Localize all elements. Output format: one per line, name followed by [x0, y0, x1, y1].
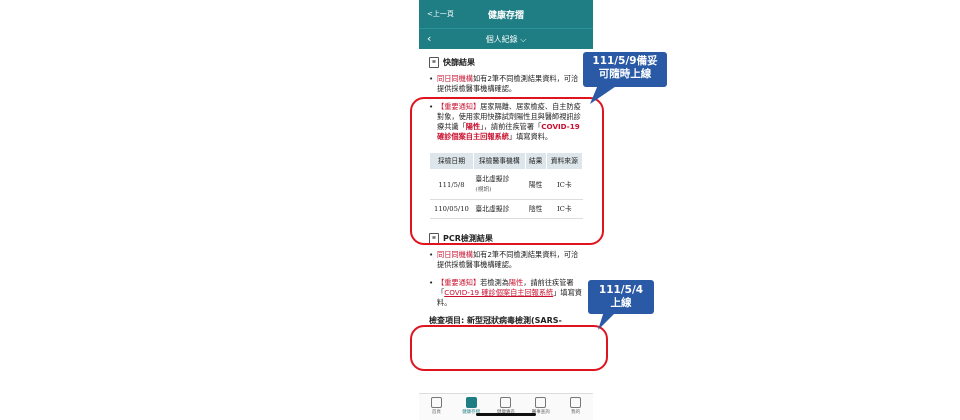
callout-bottom: 111/5/4 上線: [588, 280, 654, 314]
callout-pointers: [590, 80, 625, 330]
callout-top: 111/5/9備妥 可隨時上線: [583, 52, 667, 87]
